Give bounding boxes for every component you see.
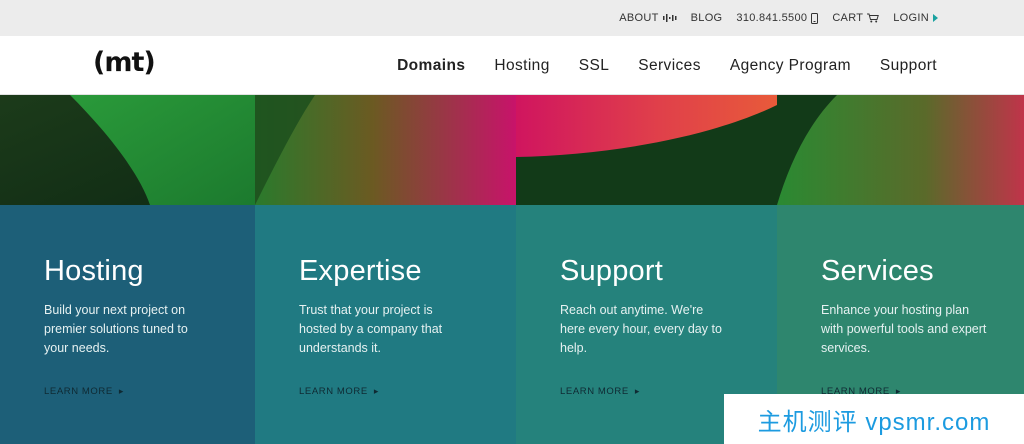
expertise-learn-more[interactable]: LEARN MORE ▸ (299, 386, 379, 397)
support-card[interactable]: Support Reach out anytime. We're here ev… (516, 95, 777, 444)
nav-links: Domains Hosting SSL Services Agency Prog… (397, 36, 937, 95)
utility-bar: ABOUT BLOG 310.841.5500 CART LOGIN (0, 0, 1024, 36)
nav-agency-program[interactable]: Agency Program (730, 57, 851, 75)
main-nav: (mt) Domains Hosting SSL Services Agency… (0, 36, 1024, 95)
blog-link[interactable]: BLOG (691, 12, 723, 24)
expertise-learn-more-label: LEARN MORE (299, 386, 368, 397)
nav-support[interactable]: Support (880, 57, 937, 75)
utility-links: ABOUT BLOG 310.841.5500 CART LOGIN (619, 0, 938, 36)
support-learn-more[interactable]: LEARN MORE ▸ (560, 386, 640, 397)
phone-link[interactable]: 310.841.5500 (736, 12, 819, 24)
expertise-title: Expertise (299, 255, 422, 287)
chevron-right-icon: ▸ (118, 386, 124, 396)
login-label: LOGIN (893, 12, 929, 24)
services-card[interactable]: Services Enhance your hosting plan with … (777, 95, 1024, 444)
about-label: ABOUT (619, 12, 659, 24)
hosting-description: Build your next project on premier solut… (44, 303, 188, 355)
hosting-title: Hosting (44, 255, 144, 287)
support-description: Reach out anytime. We're here every hour… (560, 303, 722, 355)
cart-link[interactable]: CART (832, 12, 880, 24)
support-learn-more-label: LEARN MORE (560, 386, 629, 397)
triangle-right-icon (933, 14, 938, 22)
nav-services[interactable]: Services (638, 57, 701, 75)
blog-label: BLOG (690, 12, 723, 24)
chevron-right-icon: ▸ (373, 386, 379, 396)
services-artwork (777, 95, 1024, 205)
feature-columns: Hosting Build your next project on premi… (0, 95, 1024, 444)
nav-domains[interactable]: Domains (397, 57, 465, 75)
hosting-learn-more[interactable]: LEARN MORE ▸ (44, 386, 124, 397)
watermark-banner: 主机测评 vpsmr.com (724, 394, 1024, 444)
expertise-artwork (255, 95, 516, 205)
brand-logo[interactable]: (mt) (93, 47, 156, 78)
hosting-artwork (0, 95, 255, 205)
phone-number: 310.841.5500 (736, 12, 808, 24)
about-link[interactable]: ABOUT (619, 12, 677, 24)
cart-label: CART (832, 12, 864, 24)
equalizer-icon (662, 14, 677, 22)
hosting-learn-more-label: LEARN MORE (44, 386, 113, 397)
nav-ssl[interactable]: SSL (579, 57, 610, 75)
nav-hosting[interactable]: Hosting (494, 57, 549, 75)
login-link[interactable]: LOGIN (893, 12, 938, 24)
cart-icon (867, 13, 880, 23)
expertise-description: Trust that your project is hosted by a c… (299, 303, 443, 355)
support-title: Support (560, 255, 663, 287)
phone-icon (811, 12, 819, 24)
expertise-card[interactable]: Expertise Trust that your project is hos… (255, 95, 516, 444)
services-description: Enhance your hosting plan with powerful … (821, 303, 987, 355)
chevron-right-icon: ▸ (634, 386, 640, 396)
watermark-text: 主机测评 vpsmr.com (757, 408, 991, 436)
hosting-card[interactable]: Hosting Build your next project on premi… (0, 95, 255, 444)
services-title: Services (821, 255, 934, 287)
support-artwork (516, 95, 777, 205)
